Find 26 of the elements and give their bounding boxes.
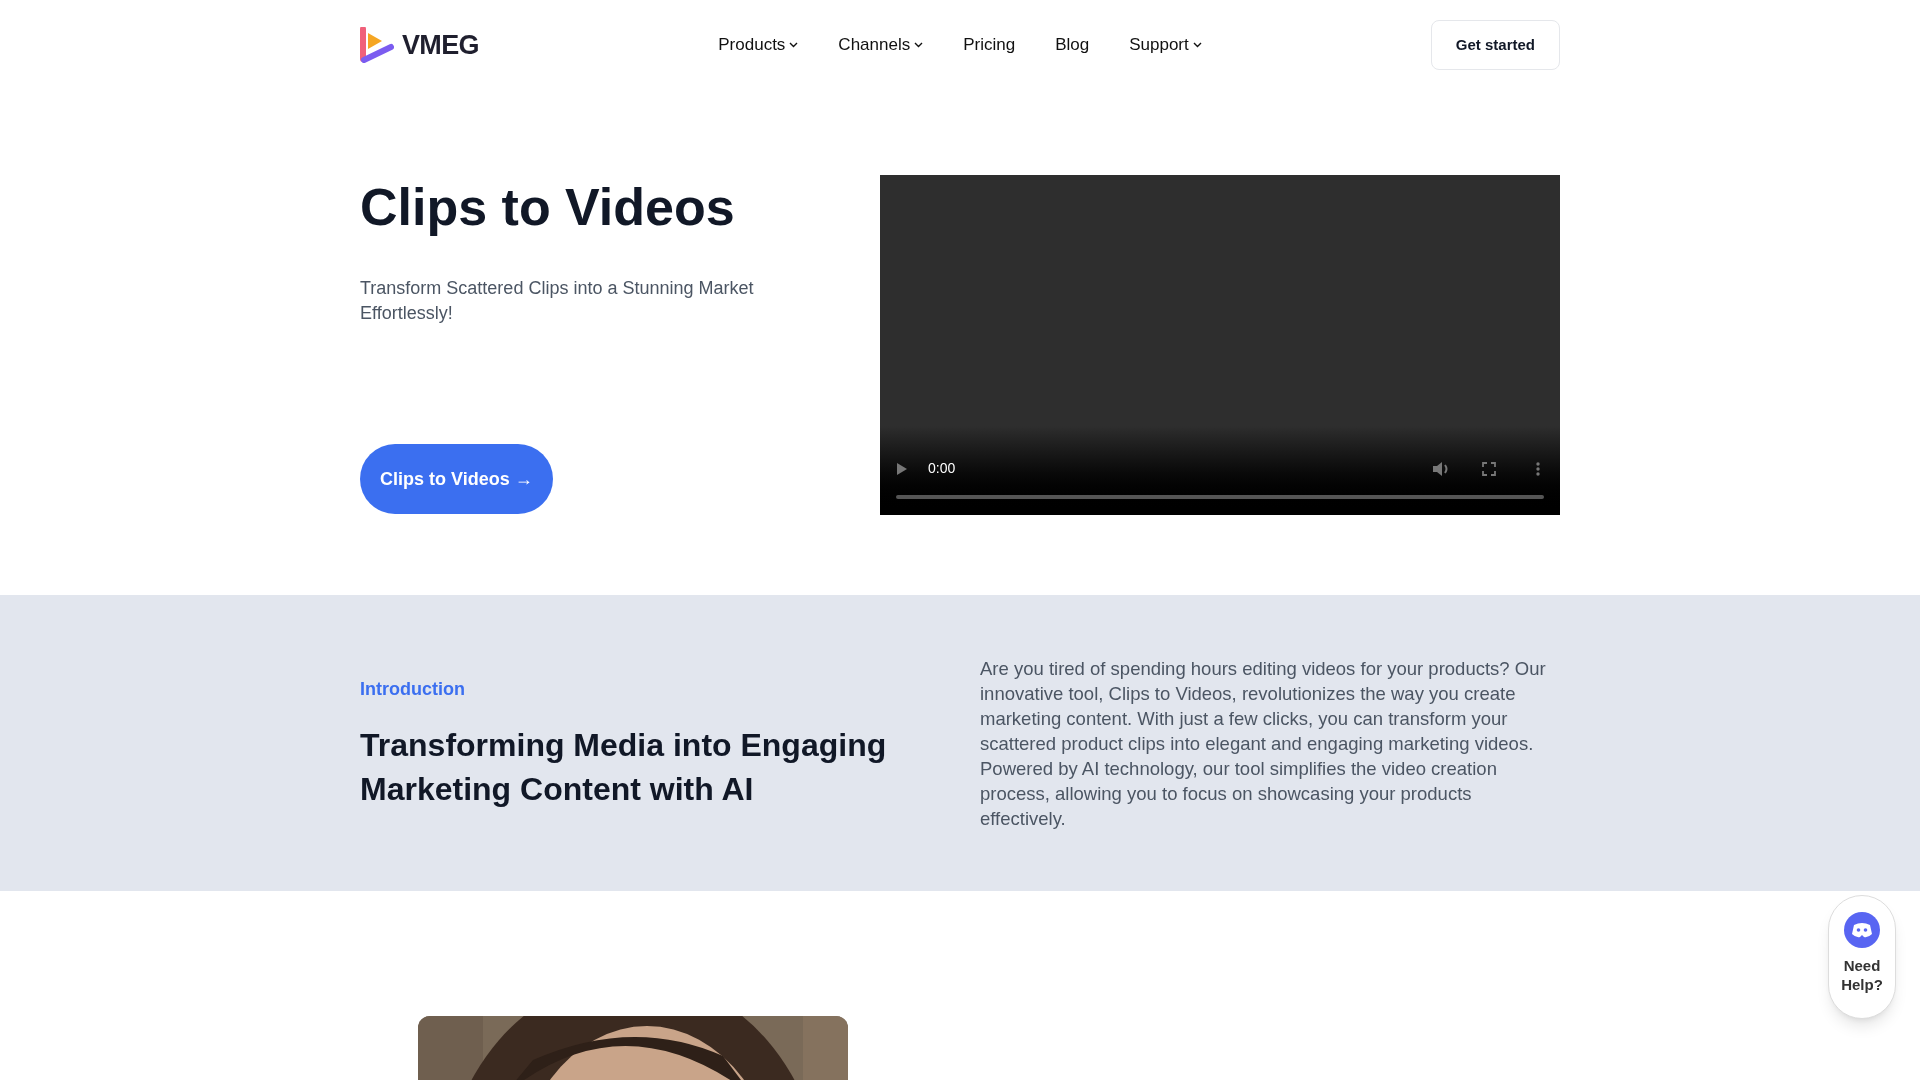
volume-icon[interactable]: [1432, 460, 1450, 477]
fullscreen-icon[interactable]: [1482, 461, 1496, 476]
logo-text: VMEG: [402, 28, 479, 62]
hero-title: Clips to Videos: [360, 177, 736, 238]
chat-bot-icon: [1844, 912, 1880, 948]
get-started-button[interactable]: Get started: [1430, 20, 1560, 70]
chevron-down-icon: [789, 42, 799, 48]
video-progress-track[interactable]: [896, 495, 1544, 499]
chevron-down-icon: [1192, 42, 1202, 48]
intro-heading: Transforming Media into Engaging Marketing Content with AI: [360, 725, 888, 809]
intro-eyebrow: Introduction: [360, 677, 466, 701]
clips-to-videos-button[interactable]: Clips to Videos →: [360, 444, 553, 514]
chevron-down-icon: [914, 42, 924, 48]
hero-subtitle: Transform Scattered Clips into a Stunning Market Effortlessly!: [360, 277, 755, 325]
intro-paragraph: Are you tired of spending hours editing videos for your products? Our innovative tool, Clips to Videos, revolutionizes the way you create marketing content. With just a few clicks, you can transform your scattered product clips into elegant and engaging marketing videos. Powered by AI technology, our tool simplifies the video creation process, allowing you to focus on showcasing your products effectively.: [980, 656, 1547, 831]
logo-icon: [360, 27, 394, 63]
nav-link[interactable]: Channels: [838, 32, 924, 58]
more-options-icon[interactable]: [1536, 461, 1540, 476]
help-label: Need Help?: [1840, 956, 1884, 994]
nav-link[interactable]: Support: [1129, 32, 1202, 58]
nav-link[interactable]: Products: [718, 32, 799, 58]
video-time: 0:00: [928, 459, 956, 478]
nav-link[interactable]: Blog: [1055, 32, 1090, 58]
play-icon[interactable]: [896, 461, 908, 476]
help-widget[interactable]: Need Help?: [1828, 895, 1896, 1019]
nav-link[interactable]: Pricing: [963, 32, 1016, 58]
